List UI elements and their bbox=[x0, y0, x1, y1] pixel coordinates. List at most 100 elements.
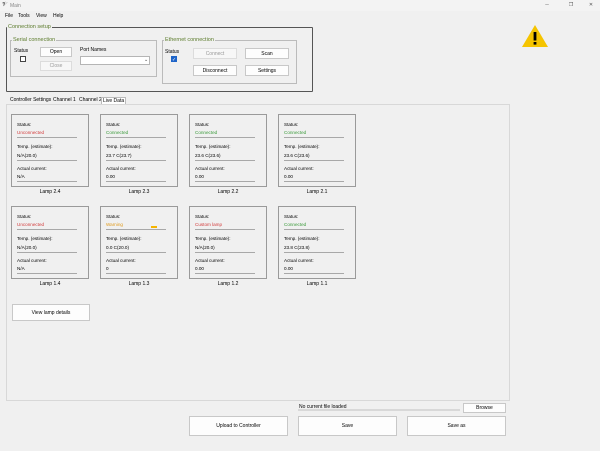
ethernet-status-label: Status bbox=[165, 49, 180, 55]
divider bbox=[195, 252, 255, 253]
status-label: Status: bbox=[284, 122, 299, 127]
divider bbox=[284, 273, 344, 274]
lamp-current-value: 0.00 bbox=[284, 174, 293, 179]
serial-status-checkbox[interactable] bbox=[20, 56, 26, 62]
connect-button[interactable]: Connect bbox=[193, 48, 237, 59]
temp-label: Temp. (estimate): bbox=[284, 236, 320, 241]
upload-to-controller-button[interactable]: Upload to Controller bbox=[189, 416, 288, 436]
status-label: Status: bbox=[106, 122, 121, 127]
lamp-current-value: 0 bbox=[106, 266, 109, 271]
open-button[interactable]: Open bbox=[40, 47, 72, 57]
divider bbox=[284, 181, 344, 182]
serial-status-label: Status bbox=[14, 48, 29, 54]
tab-channel-2[interactable]: Channel 2 bbox=[78, 97, 103, 104]
lamp-card: Status: Warning Temp. (estimate): 0.0 C(20.… bbox=[100, 206, 178, 279]
temp-label: Temp. (estimate): bbox=[17, 236, 53, 241]
current-label: Actual current: bbox=[17, 258, 47, 263]
lamp-name-label: Lamp 2.3 bbox=[128, 189, 150, 195]
minimize-icon[interactable]: ─ bbox=[542, 2, 552, 8]
temp-label: Temp. (estimate): bbox=[106, 236, 142, 241]
divider bbox=[195, 137, 255, 138]
lamp-name-label: Lamp 1.3 bbox=[128, 281, 150, 287]
lamp-current-value: 0.00 bbox=[195, 266, 204, 271]
tab-channel-1[interactable]: Channel 1 bbox=[52, 97, 77, 104]
divider bbox=[106, 252, 166, 253]
divider bbox=[195, 160, 255, 161]
lamp-temp-value: N/A(20.0) bbox=[195, 245, 215, 250]
lamp-temp-value: N/A(20.0) bbox=[17, 245, 37, 250]
lamp-status-value: Connected bbox=[106, 130, 129, 135]
tab-controller-settings[interactable]: Controller Settings bbox=[9, 97, 52, 104]
divider bbox=[284, 137, 344, 138]
scan-button[interactable]: Scan bbox=[245, 48, 289, 59]
menu-file[interactable]: File bbox=[5, 13, 13, 19]
current-label: Actual current: bbox=[17, 166, 47, 171]
save-button[interactable]: Save bbox=[298, 416, 397, 436]
close-icon[interactable]: ✕ bbox=[586, 2, 596, 8]
serial-connection-title: Serial connection bbox=[12, 37, 57, 43]
lamp-current-value: N/A bbox=[17, 266, 25, 271]
ethernet-status-checkbox[interactable]: ✓ bbox=[171, 56, 177, 63]
lamp-name-label: Lamp 2.1 bbox=[306, 189, 328, 195]
divider bbox=[17, 137, 77, 138]
current-label: Actual current: bbox=[195, 166, 225, 171]
current-label: Actual current: bbox=[195, 258, 225, 263]
lamp-name-label: Lamp 2.4 bbox=[39, 189, 61, 195]
port-names-select[interactable] bbox=[80, 56, 150, 65]
lamp-status-value: Connected bbox=[284, 130, 307, 135]
divider bbox=[195, 181, 255, 182]
view-lamp-details-button[interactable]: View lamp details bbox=[12, 304, 90, 321]
divider bbox=[17, 273, 77, 274]
menu-tools[interactable]: Tools bbox=[18, 13, 30, 19]
port-names-label: Port Names bbox=[80, 47, 107, 53]
menu-view[interactable]: View bbox=[36, 13, 47, 19]
lamp-name-label: Lamp 1.1 bbox=[306, 281, 328, 287]
lamp-card: Status: Custom lamp Temp. (estimate): N/A(2… bbox=[189, 206, 267, 279]
tab-live-data[interactable]: Live Data bbox=[101, 97, 127, 104]
lamp-card: Status: Connected Temp. (estimate): 23.8 C(… bbox=[278, 206, 356, 279]
status-label: Status: bbox=[17, 122, 32, 127]
lamp-card: Status: Connected Temp. (estimate): 23.6 C(… bbox=[189, 114, 267, 187]
lamp-card: Status: Unconnected Temp. (estimate): N/A(2… bbox=[11, 114, 89, 187]
chevron-down-icon[interactable]: ⌄ bbox=[144, 57, 148, 63]
divider bbox=[17, 160, 77, 161]
lamp-status-value: Unconnected bbox=[17, 222, 45, 227]
status-label: Status: bbox=[195, 214, 210, 219]
menu-bar bbox=[0, 11, 600, 21]
divider bbox=[284, 252, 344, 253]
maximize-icon[interactable]: ❐ bbox=[566, 2, 576, 8]
divider bbox=[195, 229, 255, 230]
lamp-temp-value: 23.8 C(23.8) bbox=[284, 245, 310, 250]
divider bbox=[284, 160, 344, 161]
app-logo-icon: 𝒱 bbox=[2, 2, 7, 8]
browse-button[interactable]: Browse bbox=[463, 403, 506, 413]
settings-button[interactable]: Settings bbox=[245, 65, 289, 76]
lamp-name-label: Lamp 1.4 bbox=[39, 281, 61, 287]
current-label: Actual current: bbox=[284, 258, 314, 263]
warning-indicator bbox=[151, 226, 157, 228]
divider bbox=[284, 229, 344, 230]
window-title: Main bbox=[10, 3, 21, 9]
lamp-card: Status: Unconnected Temp. (estimate): N/A(2… bbox=[11, 206, 89, 279]
current-label: Actual current: bbox=[106, 258, 136, 263]
lamp-temp-value: N/A(20.0) bbox=[17, 153, 37, 158]
menu-help[interactable]: Help bbox=[53, 13, 63, 19]
divider bbox=[17, 181, 77, 182]
status-label: Status: bbox=[284, 214, 299, 219]
connection-setup-title: Connection setup bbox=[7, 24, 52, 30]
disconnect-button[interactable]: Disconnect bbox=[193, 65, 237, 76]
lamp-card: Status: Connected Temp. (estimate): 23.7 C(… bbox=[100, 114, 178, 187]
lamp-temp-value: 0.0 C(20.0) bbox=[106, 245, 129, 250]
current-label: Actual current: bbox=[106, 166, 136, 171]
divider bbox=[106, 160, 166, 161]
save-as-button[interactable]: Save as bbox=[407, 416, 506, 436]
divider bbox=[106, 273, 166, 274]
ethernet-connection-group bbox=[162, 40, 297, 84]
warning-triangle-icon bbox=[522, 25, 548, 47]
close-button[interactable]: Close bbox=[40, 61, 72, 71]
temp-label: Temp. (estimate): bbox=[195, 144, 231, 149]
divider bbox=[17, 229, 77, 230]
status-label: Status: bbox=[17, 214, 32, 219]
divider bbox=[106, 137, 166, 138]
lamp-current-value: 0.00 bbox=[106, 174, 115, 179]
